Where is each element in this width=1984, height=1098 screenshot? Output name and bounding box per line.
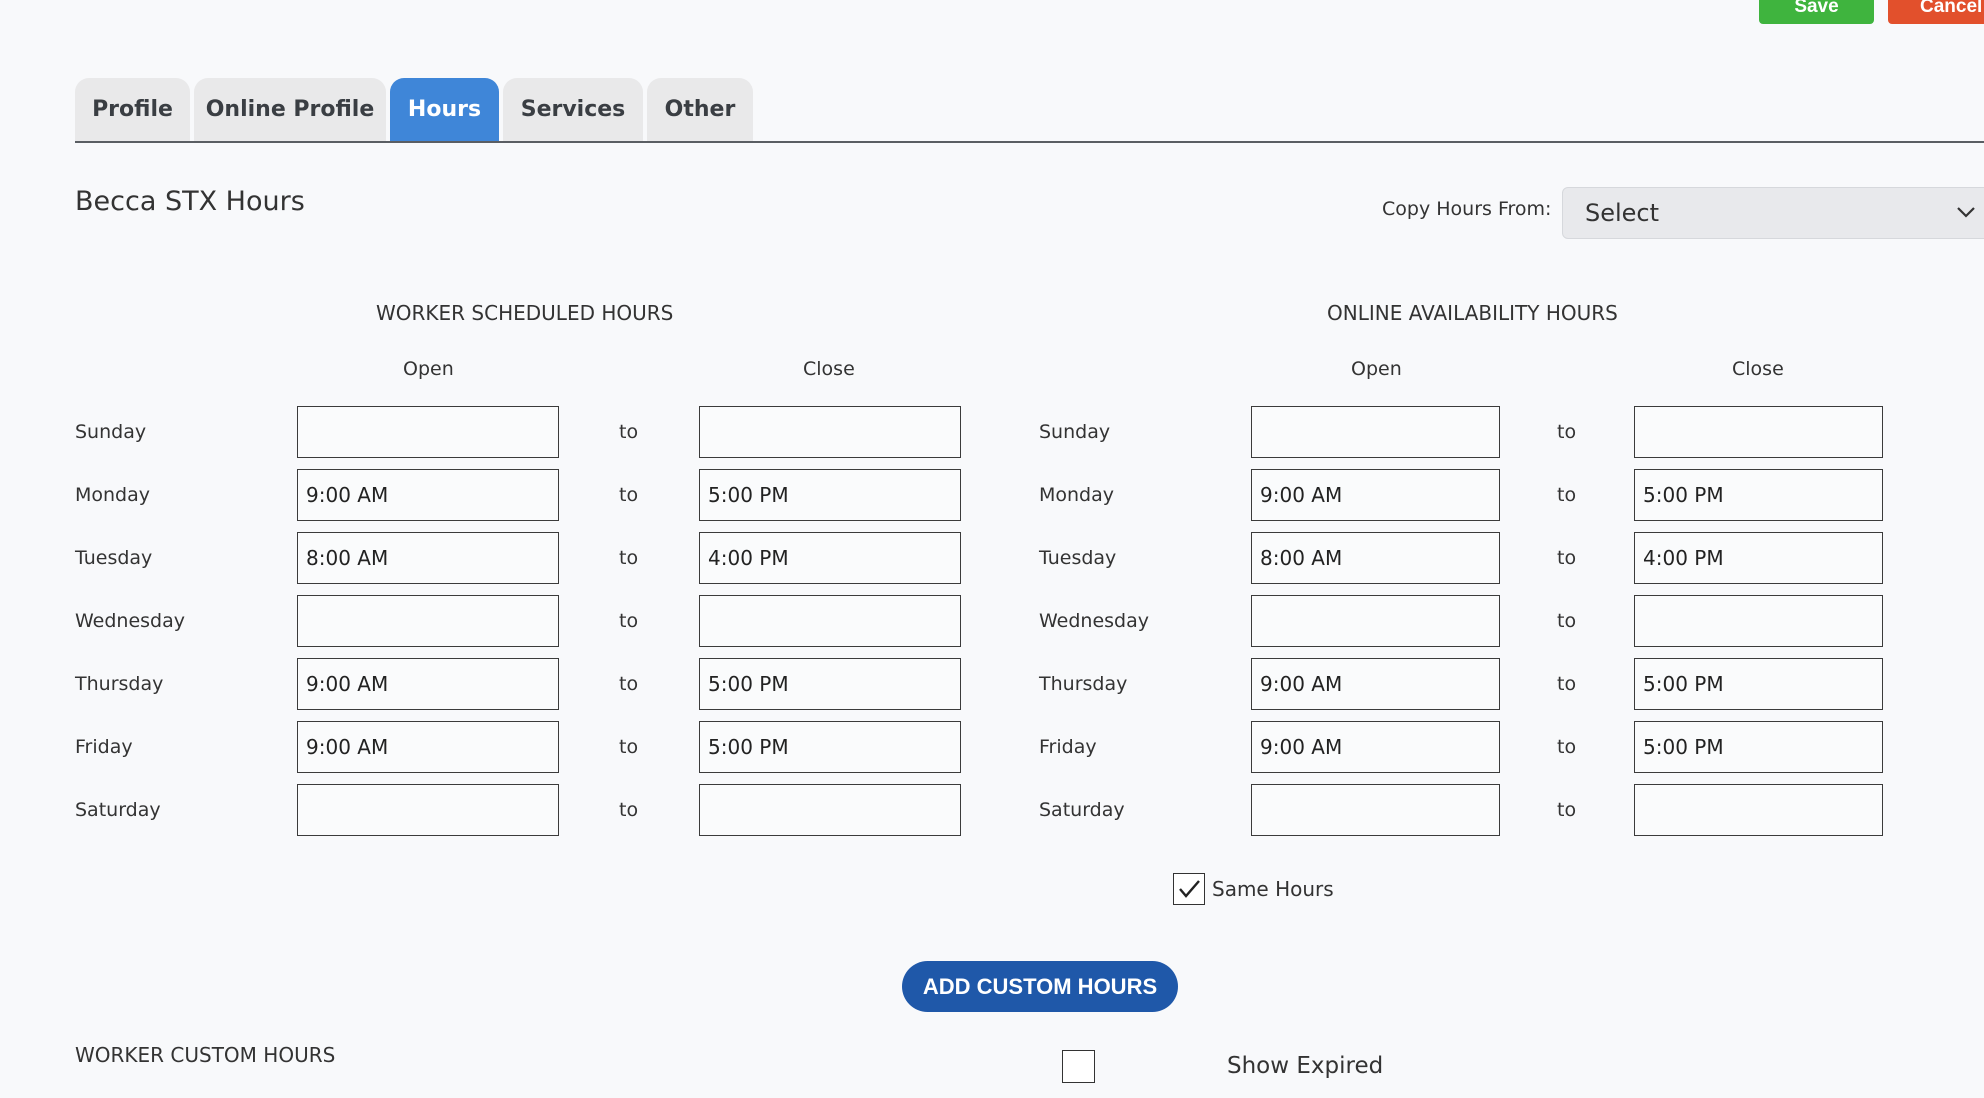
copy-hours-label: Copy Hours From: [1382, 198, 1552, 220]
tab-bar: Profile Online Profile Hours Services Ot… [75, 78, 757, 141]
worker-monday-open-input[interactable]: 9:00 AM [297, 469, 559, 521]
online-thursday-close-input[interactable]: 5:00 PM [1634, 658, 1883, 710]
worker-day-monday: Monday [75, 484, 151, 506]
worker-open-header: Open [403, 358, 454, 380]
online-day-wednesday: Wednesday [1039, 610, 1150, 632]
online-wednesday-close-input[interactable] [1634, 595, 1883, 647]
online-day-saturday: Saturday [1039, 799, 1125, 821]
worker-thursday-close-input[interactable]: 5:00 PM [699, 658, 961, 710]
cancel-button[interactable]: Cancel [1888, 0, 1984, 24]
worker-wednesday-close-input[interactable] [699, 595, 961, 647]
worker-day-sunday: Sunday [75, 421, 147, 443]
worker-wednesday-to: to [619, 610, 639, 632]
online-sunday-close-input[interactable] [1634, 406, 1883, 458]
online-day-sunday: Sunday [1039, 421, 1111, 443]
tab-hours[interactable]: Hours [390, 78, 499, 141]
worker-sunday-close-input[interactable] [699, 406, 961, 458]
worker-hours-title: WORKER SCHEDULED HOURS [376, 301, 674, 325]
worker-day-tuesday: Tuesday [75, 547, 153, 569]
worker-tuesday-close-input[interactable]: 4:00 PM [699, 532, 961, 584]
worker-custom-hours-title: WORKER CUSTOM HOURS [75, 1043, 336, 1067]
online-open-header: Open [1351, 358, 1402, 380]
worker-day-friday: Friday [75, 736, 133, 758]
same-hours-label: Same Hours [1212, 877, 1334, 901]
online-day-monday: Monday [1039, 484, 1115, 506]
page-title: Becca STX Hours [75, 186, 305, 217]
online-friday-close-input[interactable]: 5:00 PM [1634, 721, 1883, 773]
worker-sunday-to: to [619, 421, 639, 443]
online-thursday-to: to [1557, 673, 1577, 695]
worker-tuesday-to: to [619, 547, 639, 569]
worker-close-header: Close [803, 358, 855, 380]
online-day-tuesday: Tuesday [1039, 547, 1117, 569]
copy-hours-selected-value: Select [1585, 199, 1660, 227]
worker-day-thursday: Thursday [75, 673, 164, 695]
worker-wednesday-open-input[interactable] [297, 595, 559, 647]
show-expired-checkbox[interactable] [1062, 1050, 1095, 1083]
online-close-header: Close [1732, 358, 1784, 380]
worker-thursday-to: to [619, 673, 639, 695]
online-wednesday-to: to [1557, 610, 1577, 632]
worker-friday-to: to [619, 736, 639, 758]
worker-friday-close-input[interactable]: 5:00 PM [699, 721, 961, 773]
online-thursday-open-input[interactable]: 9:00 AM [1251, 658, 1500, 710]
online-hours-title: ONLINE AVAILABILITY HOURS [1327, 301, 1618, 325]
online-monday-close-input[interactable]: 5:00 PM [1634, 469, 1883, 521]
worker-friday-open-input[interactable]: 9:00 AM [297, 721, 559, 773]
worker-saturday-close-input[interactable] [699, 784, 961, 836]
online-day-thursday: Thursday [1039, 673, 1128, 695]
online-monday-to: to [1557, 484, 1577, 506]
tab-services[interactable]: Services [503, 78, 643, 141]
online-tuesday-to: to [1557, 547, 1577, 569]
checkmark-icon [1179, 880, 1200, 898]
online-tuesday-close-input[interactable]: 4:00 PM [1634, 532, 1883, 584]
worker-saturday-open-input[interactable] [297, 784, 559, 836]
worker-monday-close-input[interactable]: 5:00 PM [699, 469, 961, 521]
online-saturday-close-input[interactable] [1634, 784, 1883, 836]
same-hours-checkbox[interactable] [1173, 873, 1205, 905]
online-tuesday-open-input[interactable]: 8:00 AM [1251, 532, 1500, 584]
online-sunday-to: to [1557, 421, 1577, 443]
tab-other[interactable]: Other [647, 78, 753, 141]
chevron-down-icon [1957, 207, 1975, 218]
online-friday-to: to [1557, 736, 1577, 758]
worker-sunday-open-input[interactable] [297, 406, 559, 458]
copy-hours-select[interactable]: Select [1562, 187, 1984, 239]
hours-page: Save Cancel Profile Online Profile Hours… [0, 0, 1984, 1098]
worker-day-wednesday: Wednesday [75, 610, 186, 632]
online-saturday-open-input[interactable] [1251, 784, 1500, 836]
online-sunday-open-input[interactable] [1251, 406, 1500, 458]
worker-day-saturday: Saturday [75, 799, 161, 821]
worker-thursday-open-input[interactable]: 9:00 AM [297, 658, 559, 710]
save-button[interactable]: Save [1759, 0, 1874, 24]
worker-tuesday-open-input[interactable]: 8:00 AM [297, 532, 559, 584]
online-wednesday-open-input[interactable] [1251, 595, 1500, 647]
worker-saturday-to: to [619, 799, 639, 821]
tab-profile[interactable]: Profile [75, 78, 190, 141]
online-saturday-to: to [1557, 799, 1577, 821]
tab-online-profile[interactable]: Online Profile [194, 78, 386, 141]
worker-monday-to: to [619, 484, 639, 506]
online-day-friday: Friday [1039, 736, 1097, 758]
tab-divider [75, 141, 1984, 143]
add-custom-hours-button[interactable]: ADD CUSTOM HOURS [902, 961, 1178, 1012]
show-expired-label: Show Expired [1227, 1053, 1384, 1079]
online-monday-open-input[interactable]: 9:00 AM [1251, 469, 1500, 521]
online-friday-open-input[interactable]: 9:00 AM [1251, 721, 1500, 773]
